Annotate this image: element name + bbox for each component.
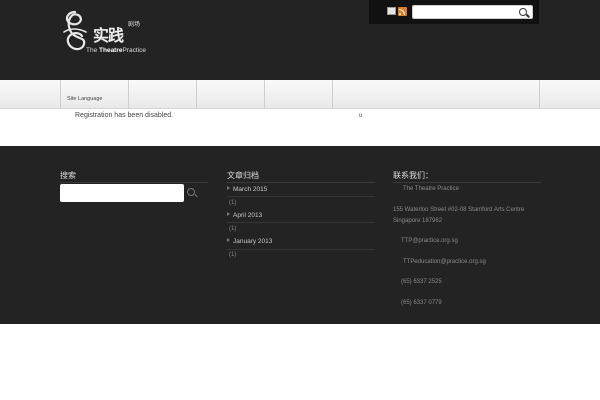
archive-count: (1)	[229, 252, 237, 258]
site-logo[interactable]: 实践 剧场 The TheatrePractice	[60, 8, 150, 58]
divider	[227, 196, 375, 197]
footer-contact-title: 联系我们：	[393, 171, 433, 180]
contact-email-general[interactable]: TTP@practice.org.sg	[401, 238, 458, 244]
archive-label: March 2015	[233, 186, 268, 193]
rss-icon[interactable]	[398, 7, 407, 16]
contact-address-line-1: 155 Waterloo Street #02-08 Stamford Arts…	[393, 207, 525, 213]
nav-item-6[interactable]	[539, 80, 600, 109]
search-icon[interactable]	[187, 188, 195, 196]
logo-en-suffix: Practice	[122, 47, 146, 54]
archive-count: (1)	[229, 200, 237, 206]
contact-email-education[interactable]: TTPeducation@practice.org.sg	[403, 259, 486, 265]
registration-disabled-message: Registration has been disabled.	[75, 112, 174, 119]
main-navigation: Site Language	[0, 80, 600, 109]
bullet-arrow-icon	[227, 212, 230, 216]
archive-link-april-2013[interactable]: April 2013	[227, 212, 262, 219]
logo-chinese-small-text: 剧场	[128, 21, 141, 28]
content-mark: u	[359, 113, 363, 119]
bullet-arrow-icon	[227, 238, 230, 242]
top-utility-bar	[369, 0, 539, 24]
contact-phone: (65) 6337 2525	[401, 279, 442, 285]
divider	[227, 222, 375, 223]
nav-item-5[interactable]	[332, 80, 539, 109]
divider	[227, 182, 375, 183]
logo-en-bold: Theatre	[99, 47, 123, 54]
site-header: 实践 剧场 The TheatrePractice	[0, 0, 600, 80]
site-footer: 搜索 文章归档 March 2015 (1) April 2013 (1) Ja…	[0, 146, 600, 324]
archive-link-march-2015[interactable]: March 2015	[227, 186, 267, 193]
archive-count: (1)	[229, 226, 237, 232]
archive-link-january-2013[interactable]: January 2013	[227, 238, 272, 245]
contact-organization-name: The Theatre Practice	[403, 186, 459, 192]
archive-label: January 2013	[233, 238, 273, 245]
email-icon[interactable]	[387, 7, 396, 15]
divider	[60, 182, 208, 183]
divider	[227, 249, 375, 250]
nav-item-4[interactable]	[264, 80, 332, 109]
contact-fax: (65) 6337 0779	[401, 300, 442, 306]
contact-address-line-2: Singapore 187962	[393, 218, 443, 224]
nav-item-2[interactable]	[128, 80, 196, 109]
nav-item-site-language[interactable]: Site Language	[60, 80, 128, 109]
search-icon[interactable]	[519, 8, 527, 16]
footer-search-input[interactable]	[60, 184, 184, 202]
logo-chinese-text: 实践	[93, 26, 124, 45]
footer-search-title: 搜索	[60, 171, 76, 180]
header-search-input[interactable]	[412, 5, 533, 19]
divider	[393, 182, 541, 183]
logo-english-text: The TheatrePractice	[86, 47, 146, 54]
nav-item-label: Site Language	[67, 96, 103, 102]
footer-archives-title: 文章归档	[227, 171, 259, 180]
logo-en-prefix: The	[86, 47, 100, 54]
archive-label: April 2013	[233, 212, 263, 219]
bullet-arrow-icon	[227, 186, 230, 190]
nav-item-3[interactable]	[196, 80, 264, 109]
